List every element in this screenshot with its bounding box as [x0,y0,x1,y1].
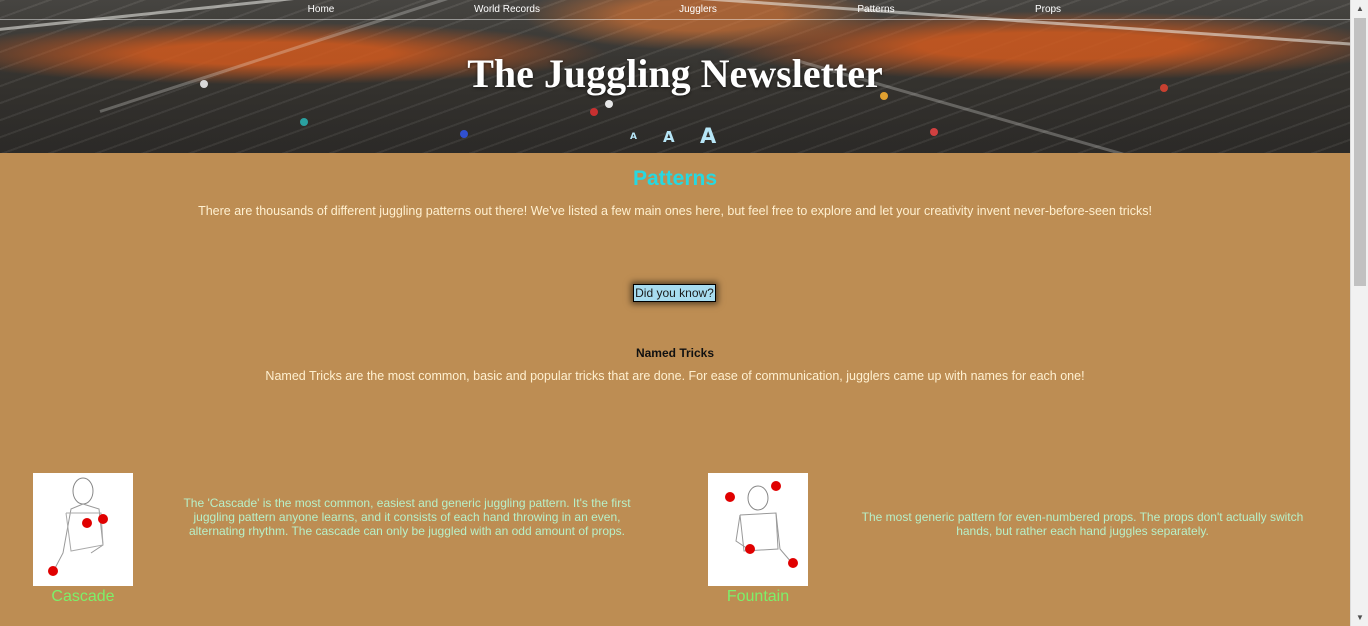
text-size-controls: A A A [0,120,1350,150]
nav-props[interactable]: Props [1035,4,1061,15]
nav-jugglers[interactable]: Jugglers [679,4,717,15]
named-tricks-description: Named Tricks are the most common, basic … [265,369,1085,383]
named-tricks-heading: Named Tricks [635,346,715,360]
top-navigation: Home World Records Jugglers Patterns Pro… [0,0,1350,20]
patterns-intro-text: There are thousands of different jugglin… [198,204,1152,218]
text-size-medium-button[interactable]: A [663,128,675,146]
page-title: The Juggling Newsletter [467,51,883,96]
scrollbar-thumb[interactable] [1354,18,1366,286]
text-size-large-button[interactable]: A [700,124,716,148]
nav-home[interactable]: Home [308,4,335,15]
fountain-image [708,473,808,586]
cascade-image [33,473,133,586]
nav-world-records[interactable]: World Records [474,4,540,15]
text-size-small-button[interactable]: A [630,132,637,142]
did-you-know-button[interactable]: Did you know? [633,284,716,302]
nav-patterns[interactable]: Patterns [857,4,894,15]
fountain-description: The most generic pattern for even-number… [861,510,1304,538]
scroll-up-arrow-icon[interactable]: ▲ [1351,0,1368,17]
section-heading-patterns: Patterns [632,167,718,190]
fountain-label: Fountain [726,588,790,605]
vertical-scrollbar[interactable]: ▲ ▼ [1350,0,1368,626]
scroll-down-arrow-icon[interactable]: ▼ [1351,609,1368,626]
cascade-description: The 'Cascade' is the most common, easies… [183,496,631,538]
cascade-label: Cascade [51,588,115,605]
